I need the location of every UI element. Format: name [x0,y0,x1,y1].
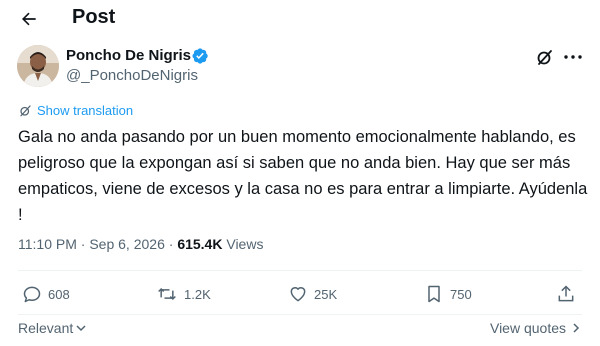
verified-badge-icon [192,48,208,64]
post-actions: 608 1.2K 25K 750 [0,284,600,310]
bookmark-button[interactable]: 750 [424,284,472,304]
post-date[interactable]: Sep 6, 2026 [89,236,165,252]
repost-icon [158,287,176,301]
divider [18,270,582,271]
chevron-right-icon [573,323,580,333]
reply-button[interactable]: 608 [22,284,70,304]
page-title: Post [72,6,116,28]
author-handle[interactable]: @_PonchoDeNigris [66,67,198,84]
more-options-button[interactable] [562,47,584,67]
translate-icon [20,105,31,117]
page-header: Post [0,0,600,40]
bookmark-icon [428,285,440,303]
avatar-image [17,45,59,87]
repost-button[interactable]: 1.2K [156,284,211,304]
share-button[interactable] [556,284,576,304]
author-name[interactable]: Poncho De Nigris [66,47,191,64]
chevron-down-icon [76,325,86,332]
like-count: 25K [314,286,338,302]
reply-icon [23,286,41,303]
back-button[interactable] [14,6,44,32]
meta-separator: · [80,236,86,252]
divider [18,314,582,315]
arrow-left-icon [22,12,36,26]
meta-separator: · [168,236,174,252]
post-page: Post Poncho De Nigris @_PonchoDeNigris S… [0,0,600,346]
repost-count: 1.2K [184,286,211,302]
view-quotes-link[interactable]: View quotes [490,320,582,336]
bookmark-count: 750 [450,286,472,302]
show-translation-label: Show translation [37,103,134,118]
post-time[interactable]: 11:10 PM [18,236,77,252]
more-dots-icon [564,55,582,59]
views-count[interactable]: 615.4K [177,236,222,252]
show-translation-link[interactable]: Show translation [18,103,133,118]
grok-icon [537,50,552,65]
views-label: Views [226,236,264,252]
reply-count: 608 [48,286,70,302]
sort-label: Relevant [18,320,74,336]
view-quotes-label: View quotes [489,320,566,336]
post-text: Gala no anda pasando por un buen momento… [18,128,588,224]
avatar[interactable] [17,45,59,87]
grok-button[interactable] [535,47,555,67]
share-icon [558,285,574,302]
post-meta: 11:10 PM · Sep 6, 2026 · 615.4K Views [18,236,263,252]
reply-sort-dropdown[interactable]: Relevant [18,320,87,336]
like-button[interactable]: 25K [288,284,337,304]
heart-icon [290,287,306,302]
